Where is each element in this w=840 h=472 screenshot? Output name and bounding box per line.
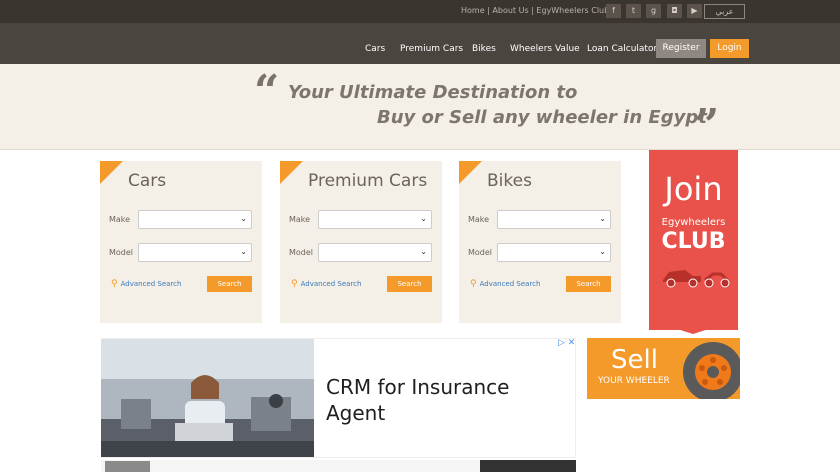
make-label: Make (289, 215, 311, 224)
nav-item-loan-calculator[interactable]: Loan Calculator (587, 44, 657, 54)
model-label: Model (109, 248, 134, 257)
nav-item-cars[interactable]: Cars (365, 44, 385, 54)
premium-cars-search-panel: Premium Cars Make ⌄ Model ⌄ ⚲ Advanced Se… (280, 161, 442, 323)
club-banner-tip (649, 320, 737, 334)
sell-your-wheeler-banner[interactable] (587, 338, 740, 399)
google-plus-icon[interactable]: g (646, 4, 661, 18)
instagram-icon[interactable]: ◘ (667, 4, 682, 18)
sell-subtitle: YOUR WHEELER (598, 376, 670, 386)
chevron-down-icon: ⌄ (420, 247, 427, 256)
club-join-text: Join (664, 170, 723, 208)
ad-choices-close-icon[interactable]: ▷ ✕ (558, 338, 575, 348)
chevron-down-icon: ⌄ (420, 214, 427, 223)
search-icon: ⚲ (470, 279, 477, 289)
advanced-search-link[interactable]: ⚲ Advanced Search (291, 279, 361, 289)
advanced-search-link[interactable]: ⚲ Advanced Search (470, 279, 540, 289)
chevron-down-icon: ⌄ (599, 247, 606, 256)
hero-tagline-line1: Your Ultimate Destination to (288, 82, 578, 103)
nav-item-wheelers-value[interactable]: Wheelers Value (510, 44, 580, 54)
model-select[interactable]: ⌄ (138, 243, 252, 262)
close-quote-icon: ” (694, 100, 720, 151)
chevron-down-icon: ⌄ (240, 247, 247, 256)
about-us-link[interactable]: About Us (492, 6, 528, 15)
cars-search-panel: Cars Make ⌄ Model ⌄ ⚲ Advanced Search Sea… (100, 161, 262, 323)
sell-title: Sell (611, 345, 658, 375)
facebook-icon[interactable]: f (606, 4, 621, 18)
panel-title: Bikes (487, 171, 532, 191)
club-name-text: Egywheelers (661, 217, 726, 228)
hero-tagline-line2: Buy or Sell any wheeler in Egypt (377, 107, 707, 128)
office-scene-image (101, 339, 314, 457)
register-button[interactable]: Register (656, 39, 706, 58)
open-quote-icon: “ (254, 66, 280, 117)
panel-corner-ribbon (459, 161, 482, 184)
nav-item-bikes[interactable]: Bikes (472, 44, 496, 54)
second-ad-thumbnail (105, 461, 150, 472)
ad-photo (101, 339, 314, 457)
top-links: Home | About Us | EgyWheelers Club (461, 6, 609, 15)
youtube-icon[interactable]: ▶ (687, 4, 702, 18)
chevron-down-icon: ⌄ (599, 214, 606, 223)
panel-title: Premium Cars (308, 171, 428, 191)
panel-title: Cars (128, 171, 167, 191)
home-link[interactable]: Home (461, 6, 485, 15)
make-select[interactable]: ⌄ (497, 210, 611, 229)
language-switch-button[interactable]: عربي (704, 4, 745, 19)
advanced-search-label: Advanced Search (479, 280, 541, 288)
club-link[interactable]: EgyWheelers Club (536, 6, 609, 15)
chevron-down-icon: ⌄ (240, 214, 247, 223)
bikes-search-panel: Bikes Make ⌄ Model ⌄ ⚲ Advanced Search Se… (459, 161, 621, 323)
twitter-icon[interactable]: t (626, 4, 641, 18)
ad-headline[interactable]: CRM for Insurance Agent (326, 374, 556, 426)
club-label-text: CLUB (661, 229, 726, 254)
search-icon: ⚲ (291, 279, 298, 289)
panel-corner-ribbon (100, 161, 123, 184)
make-label: Make (468, 215, 490, 224)
nav-item-premium-cars[interactable]: Premium Cars (400, 44, 463, 54)
model-label: Model (468, 248, 493, 257)
search-button[interactable]: Search (387, 276, 432, 292)
model-label: Model (289, 248, 314, 257)
model-select[interactable]: ⌄ (318, 243, 432, 262)
tire-icon (683, 342, 740, 399)
panel-corner-ribbon (280, 161, 303, 184)
second-ad-dark-block (480, 460, 576, 472)
search-button[interactable]: Search (566, 276, 611, 292)
make-select[interactable]: ⌄ (318, 210, 432, 229)
search-button[interactable]: Search (207, 276, 252, 292)
advanced-search-label: Advanced Search (120, 280, 182, 288)
car-motorbike-icon (663, 270, 730, 288)
advanced-search-link[interactable]: ⚲ Advanced Search (111, 279, 181, 289)
login-button[interactable]: Login (710, 39, 749, 58)
make-label: Make (109, 215, 131, 224)
search-icon: ⚲ (111, 279, 118, 289)
advanced-search-label: Advanced Search (300, 280, 362, 288)
make-select[interactable]: ⌄ (138, 210, 252, 229)
model-select[interactable]: ⌄ (497, 243, 611, 262)
